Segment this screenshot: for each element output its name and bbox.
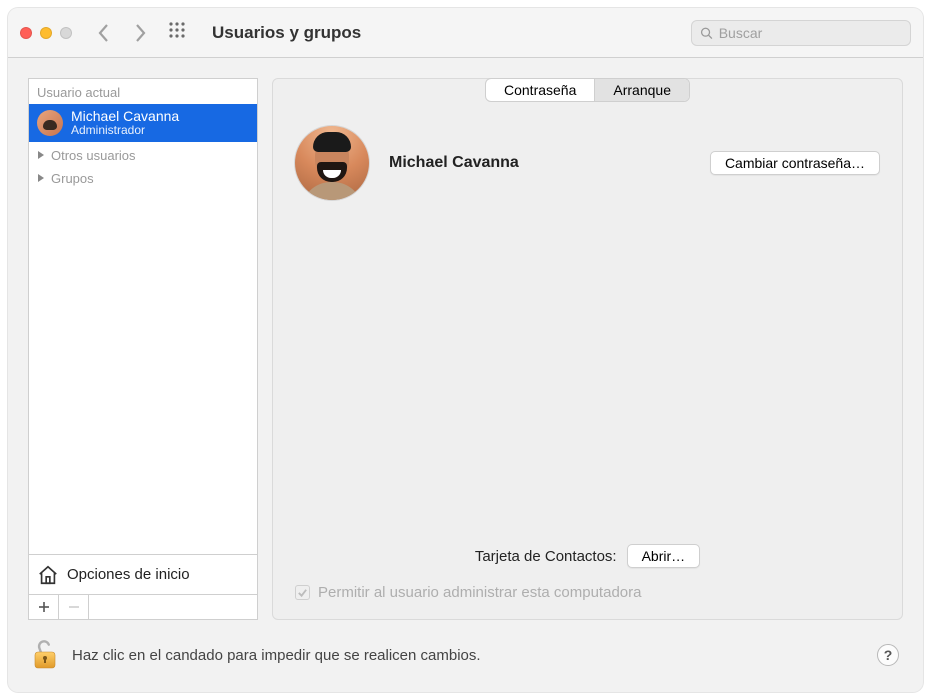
- other-users-expander[interactable]: Otros usuarios: [29, 142, 257, 165]
- add-remove-bar: [28, 594, 258, 620]
- admin-checkbox: [295, 585, 310, 600]
- admin-checkbox-label: Permitir al usuario administrar esta com…: [318, 584, 641, 601]
- groups-expander[interactable]: Grupos: [29, 165, 257, 188]
- search-icon: [700, 26, 713, 40]
- user-header: Michael Cavanna Cambiar contraseña…: [273, 102, 902, 200]
- home-icon: [37, 564, 59, 586]
- tab-bar: Contraseña Arranque: [273, 78, 902, 102]
- sidebar: Usuario actual Michael Cavanna Administr…: [28, 78, 258, 620]
- main-row: Usuario actual Michael Cavanna Administr…: [28, 78, 903, 620]
- login-options-row[interactable]: Opciones de inicio: [28, 554, 258, 594]
- sidebar-user-name: Michael Cavanna: [71, 108, 179, 124]
- lock-hint-text: Haz clic en el candado para impedir que …: [72, 647, 863, 664]
- change-password-button[interactable]: Cambiar contraseña…: [710, 151, 880, 175]
- user-list: Usuario actual Michael Cavanna Administr…: [28, 78, 258, 554]
- nav-arrows: [96, 23, 148, 43]
- footer: Haz clic en el candado para impedir que …: [28, 620, 903, 672]
- current-user-section-label: Usuario actual: [29, 79, 257, 104]
- user-avatar[interactable]: [295, 126, 369, 200]
- minimize-button[interactable]: [40, 27, 52, 39]
- content-panel: Contraseña Arranque Michael Cavanna Cam: [272, 78, 903, 620]
- zoom-button: [60, 27, 72, 39]
- add-remove-spacer: [89, 595, 257, 619]
- user-display-name: Michael Cavanna: [389, 154, 690, 172]
- prefs-window: Usuarios y grupos Usuario actual Michael…: [8, 8, 923, 692]
- help-button[interactable]: ?: [877, 644, 899, 666]
- titlebar: Usuarios y grupos: [8, 8, 923, 58]
- avatar-small: [37, 110, 63, 136]
- other-users-label: Otros usuarios: [51, 148, 136, 163]
- login-options-label: Opciones de inicio: [67, 566, 190, 583]
- lock-button[interactable]: [32, 638, 58, 672]
- tab-login-items[interactable]: Arranque: [595, 79, 689, 101]
- window-controls: [20, 27, 72, 39]
- checkmark-icon: [297, 587, 308, 598]
- admin-checkbox-row: Permitir al usuario administrar esta com…: [273, 576, 902, 619]
- open-contacts-button[interactable]: Abrir…: [627, 544, 701, 568]
- chevron-right-icon: [37, 173, 45, 183]
- sidebar-user-row-selected[interactable]: Michael Cavanna Administrador: [29, 104, 257, 142]
- user-info: Michael Cavanna Administrador: [71, 108, 179, 138]
- remove-user-button: [59, 595, 89, 619]
- tab-password[interactable]: Contraseña: [486, 79, 595, 101]
- show-all-icon[interactable]: [168, 21, 186, 44]
- contacts-card-label: Tarjeta de Contactos:: [475, 548, 617, 565]
- back-icon[interactable]: [96, 23, 112, 43]
- contacts-row: Tarjeta de Contactos: Abrir…: [273, 536, 902, 576]
- chevron-right-icon: [37, 150, 45, 160]
- search-field[interactable]: [691, 20, 911, 46]
- forward-icon[interactable]: [132, 23, 148, 43]
- unlocked-padlock-icon: [32, 638, 58, 672]
- content-spacer: [273, 200, 902, 536]
- add-user-button[interactable]: [29, 595, 59, 619]
- groups-label: Grupos: [51, 171, 94, 186]
- window-title: Usuarios y grupos: [212, 23, 691, 43]
- close-button[interactable]: [20, 27, 32, 39]
- sidebar-user-role: Administrador: [71, 124, 179, 138]
- body: Usuario actual Michael Cavanna Administr…: [8, 58, 923, 692]
- search-input[interactable]: [719, 25, 902, 41]
